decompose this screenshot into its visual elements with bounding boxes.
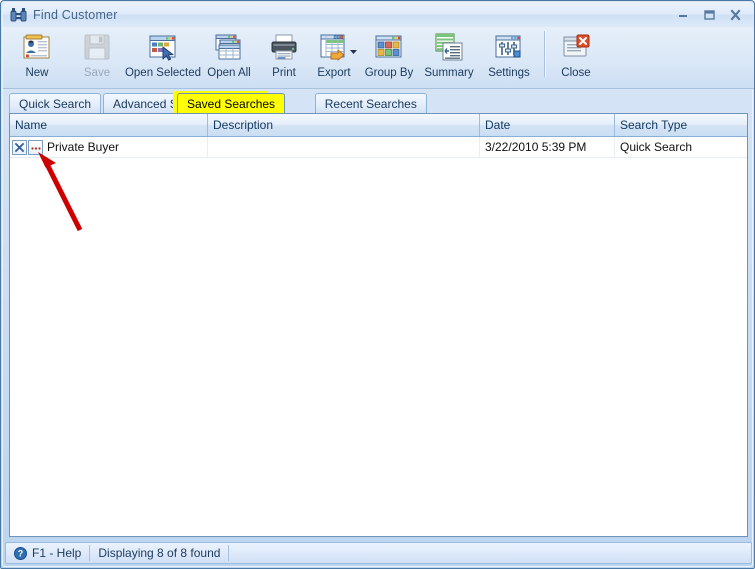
open-selected-button[interactable]: Open Selected: [124, 27, 202, 85]
cell-name-label: Private Buyer: [47, 140, 120, 154]
summary-button-label: Summary: [424, 67, 474, 79]
open-selected-button-label: Open Selected: [124, 67, 202, 79]
cell-date[interactable]: 3/22/2010 5:39 PM: [480, 137, 615, 157]
group-by-button-label: Group By: [364, 67, 414, 79]
saved-searches-highlight-box: Saved Searches: [173, 91, 286, 114]
settings-button[interactable]: Settings: [479, 27, 539, 85]
column-header-date[interactable]: Date: [480, 114, 615, 136]
maximize-button[interactable]: [696, 6, 722, 24]
blue-x-delete-icon[interactable]: [12, 139, 27, 155]
grid-header-row: Name Description Date Search Type: [10, 114, 747, 137]
settings-button-label: Settings: [488, 67, 530, 79]
status-count-label: Displaying 8 of 8 found: [98, 546, 221, 560]
window-title: Find Customer: [33, 8, 118, 22]
status-spacer: [229, 545, 245, 561]
status-help-label: F1 - Help: [32, 546, 82, 560]
table-row[interactable]: Private Buyer 3/22/2010 5:39 PM Quick Se…: [10, 137, 747, 158]
new-customer-card-icon: [21, 31, 53, 63]
column-header-description-label: Description: [213, 118, 274, 132]
tab-saved-searches[interactable]: Saved Searches: [177, 93, 286, 113]
ellipsis-edit-icon[interactable]: [28, 139, 43, 155]
save-button[interactable]: Save: [67, 27, 127, 85]
tab-quick-search[interactable]: Quick Search: [9, 93, 102, 113]
settings-sliders-icon: [493, 31, 525, 63]
summary-button[interactable]: Summary: [419, 27, 479, 85]
export-button[interactable]: Export: [309, 27, 359, 85]
cell-description[interactable]: [208, 137, 480, 157]
open-all-button-label: Open All: [207, 67, 251, 79]
tab-quick-search-label: Quick Search: [19, 96, 92, 111]
printer-icon: [268, 31, 300, 63]
find-customer-window: Find Customer New Save Open Selected Ope…: [0, 0, 755, 569]
group-by-blocks-icon: [373, 31, 405, 63]
new-button[interactable]: New: [7, 27, 67, 85]
close-toolbar-button[interactable]: Close: [551, 27, 601, 85]
status-bar: ? F1 - Help Displaying 8 of 8 found: [5, 542, 752, 564]
toolbar-separator: [544, 31, 546, 77]
open-all-button[interactable]: Open All: [199, 27, 259, 85]
column-header-description[interactable]: Description: [208, 114, 480, 136]
window-controls: [670, 6, 748, 24]
column-header-date-label: Date: [485, 118, 511, 132]
open-all-windows-icon: [213, 31, 245, 63]
cell-date-label: 3/22/2010 5:39 PM: [485, 140, 587, 154]
tab-saved-searches-label: Saved Searches: [187, 96, 276, 111]
column-header-search-type-label: Search Type: [620, 118, 688, 132]
cell-search-type-label: Quick Search: [620, 140, 693, 154]
column-header-search-type[interactable]: Search Type: [615, 114, 747, 136]
close-window-red-x-icon: [560, 31, 592, 63]
close-toolbar-button-label: Close: [561, 67, 591, 79]
column-header-name-label: Name: [15, 118, 48, 132]
print-button[interactable]: Print: [259, 27, 309, 85]
export-button-label: Export: [317, 67, 351, 79]
summary-list-icon: [433, 31, 465, 63]
export-chevron-down-icon[interactable]: [349, 45, 358, 54]
cell-name[interactable]: Private Buyer: [10, 137, 208, 157]
svg-text:?: ?: [18, 548, 24, 558]
status-count: Displaying 8 of 8 found: [90, 545, 230, 561]
saved-searches-grid: Name Description Date Search Type Privat…: [9, 113, 748, 537]
export-grid-arrow-icon: [318, 31, 350, 63]
question-mark-help-icon: ?: [14, 546, 27, 560]
new-button-label: New: [25, 67, 49, 79]
main-toolbar: New Save Open Selected Open All Print Ex…: [3, 27, 754, 89]
open-selected-window-icon: [147, 31, 179, 63]
status-help[interactable]: ? F1 - Help: [6, 545, 91, 561]
print-button-label: Print: [272, 67, 296, 79]
column-header-name[interactable]: Name: [10, 114, 208, 136]
group-by-button[interactable]: Group By: [359, 27, 419, 85]
tab-recent-searches-label: Recent Searches: [324, 96, 417, 111]
title-bar[interactable]: Find Customer: [3, 3, 754, 27]
save-button-label: Save: [83, 67, 111, 79]
cell-search-type[interactable]: Quick Search: [615, 137, 747, 157]
minimize-button[interactable]: [670, 6, 696, 24]
binoculars-icon: [9, 6, 27, 24]
floppy-disk-save-icon: [81, 31, 113, 63]
tab-recent-searches[interactable]: Recent Searches: [314, 93, 427, 113]
close-button[interactable]: [722, 6, 748, 24]
